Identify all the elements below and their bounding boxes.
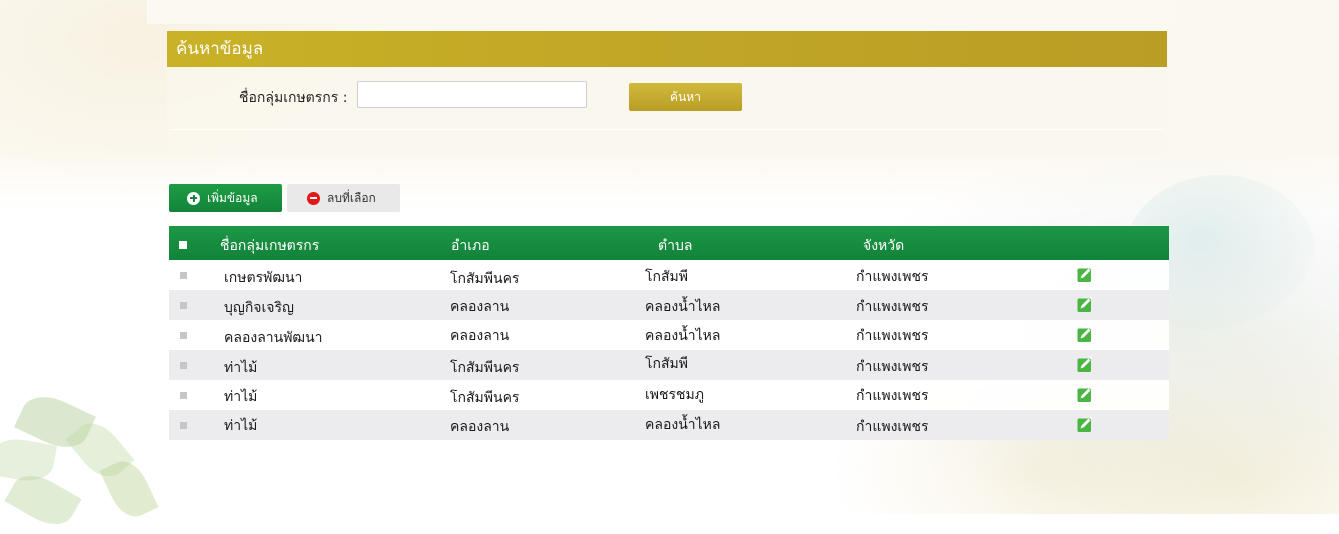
column-header-subdistrict[interactable]: ตำบล — [658, 235, 692, 257]
plus-circle-icon — [187, 191, 200, 205]
group-name-label: ชื่อกลุ่มเกษตรกร : — [239, 90, 348, 106]
minus-circle-icon — [307, 191, 320, 205]
row-checkbox[interactable] — [180, 272, 187, 279]
row-checkbox[interactable] — [180, 362, 187, 369]
row-checkbox[interactable] — [180, 422, 187, 429]
add-data-label: เพิ่มข้อมูล — [207, 190, 258, 205]
cell-group-name: บุญกิจเจริญ — [224, 300, 294, 316]
cell-subdistrict: คลองน้ำไหล — [645, 299, 721, 315]
cell-province: กำแพงเพชร — [856, 299, 929, 315]
cell-group-name: ท่าไม้ — [224, 389, 258, 405]
table-row: คลองลานพัฒนา คลองลาน คลองน้ำไหล กำแพงเพช… — [169, 320, 1169, 350]
cell-subdistrict: โกสัมพี — [645, 269, 688, 285]
cell-subdistrict: คลองน้ำไหล — [645, 417, 721, 433]
search-divider — [170, 129, 1164, 130]
cell-group-name: ท่าไม้ — [224, 418, 258, 434]
group-name-input[interactable] — [357, 81, 587, 108]
table-row: ท่าไม้ คลองลาน คลองน้ำไหล กำแพงเพชร — [169, 410, 1169, 440]
cell-district: คลองลาน — [450, 328, 510, 344]
table-row: เกษตรพัฒนา โกสัมพีนคร โกสัมพี กำแพงเพชร — [169, 260, 1169, 290]
column-header-province[interactable]: จังหวัด — [863, 235, 904, 257]
table-row: ท่าไม้ โกสัมพีนคร โกสัมพี กำแพงเพชร — [169, 350, 1169, 380]
edit-icon[interactable] — [1077, 386, 1094, 403]
cell-province: กำแพงเพชร — [856, 388, 929, 404]
table-row: บุญกิจเจริญ คลองลาน คลองน้ำไหล กำแพงเพชร — [169, 290, 1169, 320]
search-button[interactable]: ค้นหา — [629, 83, 742, 111]
edit-icon[interactable] — [1077, 326, 1094, 343]
cell-group-name: เกษตรพัฒนา — [224, 270, 303, 286]
top-strip — [147, 0, 1174, 24]
add-data-button[interactable]: เพิ่มข้อมูล — [169, 184, 282, 212]
table-row: ท่าไม้ โกสัมพีนคร เพชรชมภู กำแพงเพชร — [169, 380, 1169, 410]
row-checkbox[interactable] — [180, 302, 187, 309]
cell-district: โกสัมพีนคร — [450, 271, 520, 287]
cell-subdistrict: คลองน้ำไหล — [645, 328, 721, 344]
search-panel-title: ค้นหาข้อมูล — [167, 31, 1167, 67]
cell-district: คลองลาน — [450, 299, 510, 315]
delete-selected-label: ลบที่เลือก — [327, 190, 376, 205]
cell-group-name: ท่าไม้ — [224, 360, 258, 376]
search-panel: ค้นหาข้อมูล ชื่อกลุ่มเกษตรกร : ค้นหา — [167, 31, 1167, 155]
cell-province: กำแพงเพชร — [856, 328, 929, 344]
cell-province: กำแพงเพชร — [856, 359, 929, 375]
row-checkbox[interactable] — [180, 392, 187, 399]
column-header-district[interactable]: อำเภอ — [451, 235, 490, 257]
table-header: ชื่อกลุ่มเกษตรกร อำเภอ ตำบล จังหวัด — [169, 226, 1169, 260]
row-checkbox[interactable] — [180, 332, 187, 339]
search-row: ชื่อกลุ่มเกษตรกร : ค้นหา — [167, 67, 1167, 113]
edit-icon[interactable] — [1077, 356, 1094, 373]
cell-subdistrict: เพชรชมภู — [645, 387, 704, 403]
cell-group-name: คลองลานพัฒนา — [224, 330, 323, 346]
edit-icon[interactable] — [1077, 416, 1094, 433]
cell-province: กำแพงเพชร — [856, 269, 929, 285]
cell-province: กำแพงเพชร — [856, 419, 929, 435]
cell-district: โกสัมพีนคร — [450, 360, 520, 376]
delete-selected-button[interactable]: ลบที่เลือก — [287, 184, 400, 212]
cell-district: คลองลาน — [450, 419, 510, 435]
cell-district: โกสัมพีนคร — [450, 390, 520, 406]
edit-icon[interactable] — [1077, 296, 1094, 313]
edit-icon[interactable] — [1077, 266, 1094, 283]
farmer-group-table: ชื่อกลุ่มเกษตรกร อำเภอ ตำบล จังหวัด เกษต… — [169, 226, 1169, 440]
cell-subdistrict: โกสัมพี — [645, 356, 688, 372]
select-all-checkbox[interactable] — [179, 241, 187, 249]
column-header-group-name[interactable]: ชื่อกลุ่มเกษตรกร — [220, 235, 319, 257]
